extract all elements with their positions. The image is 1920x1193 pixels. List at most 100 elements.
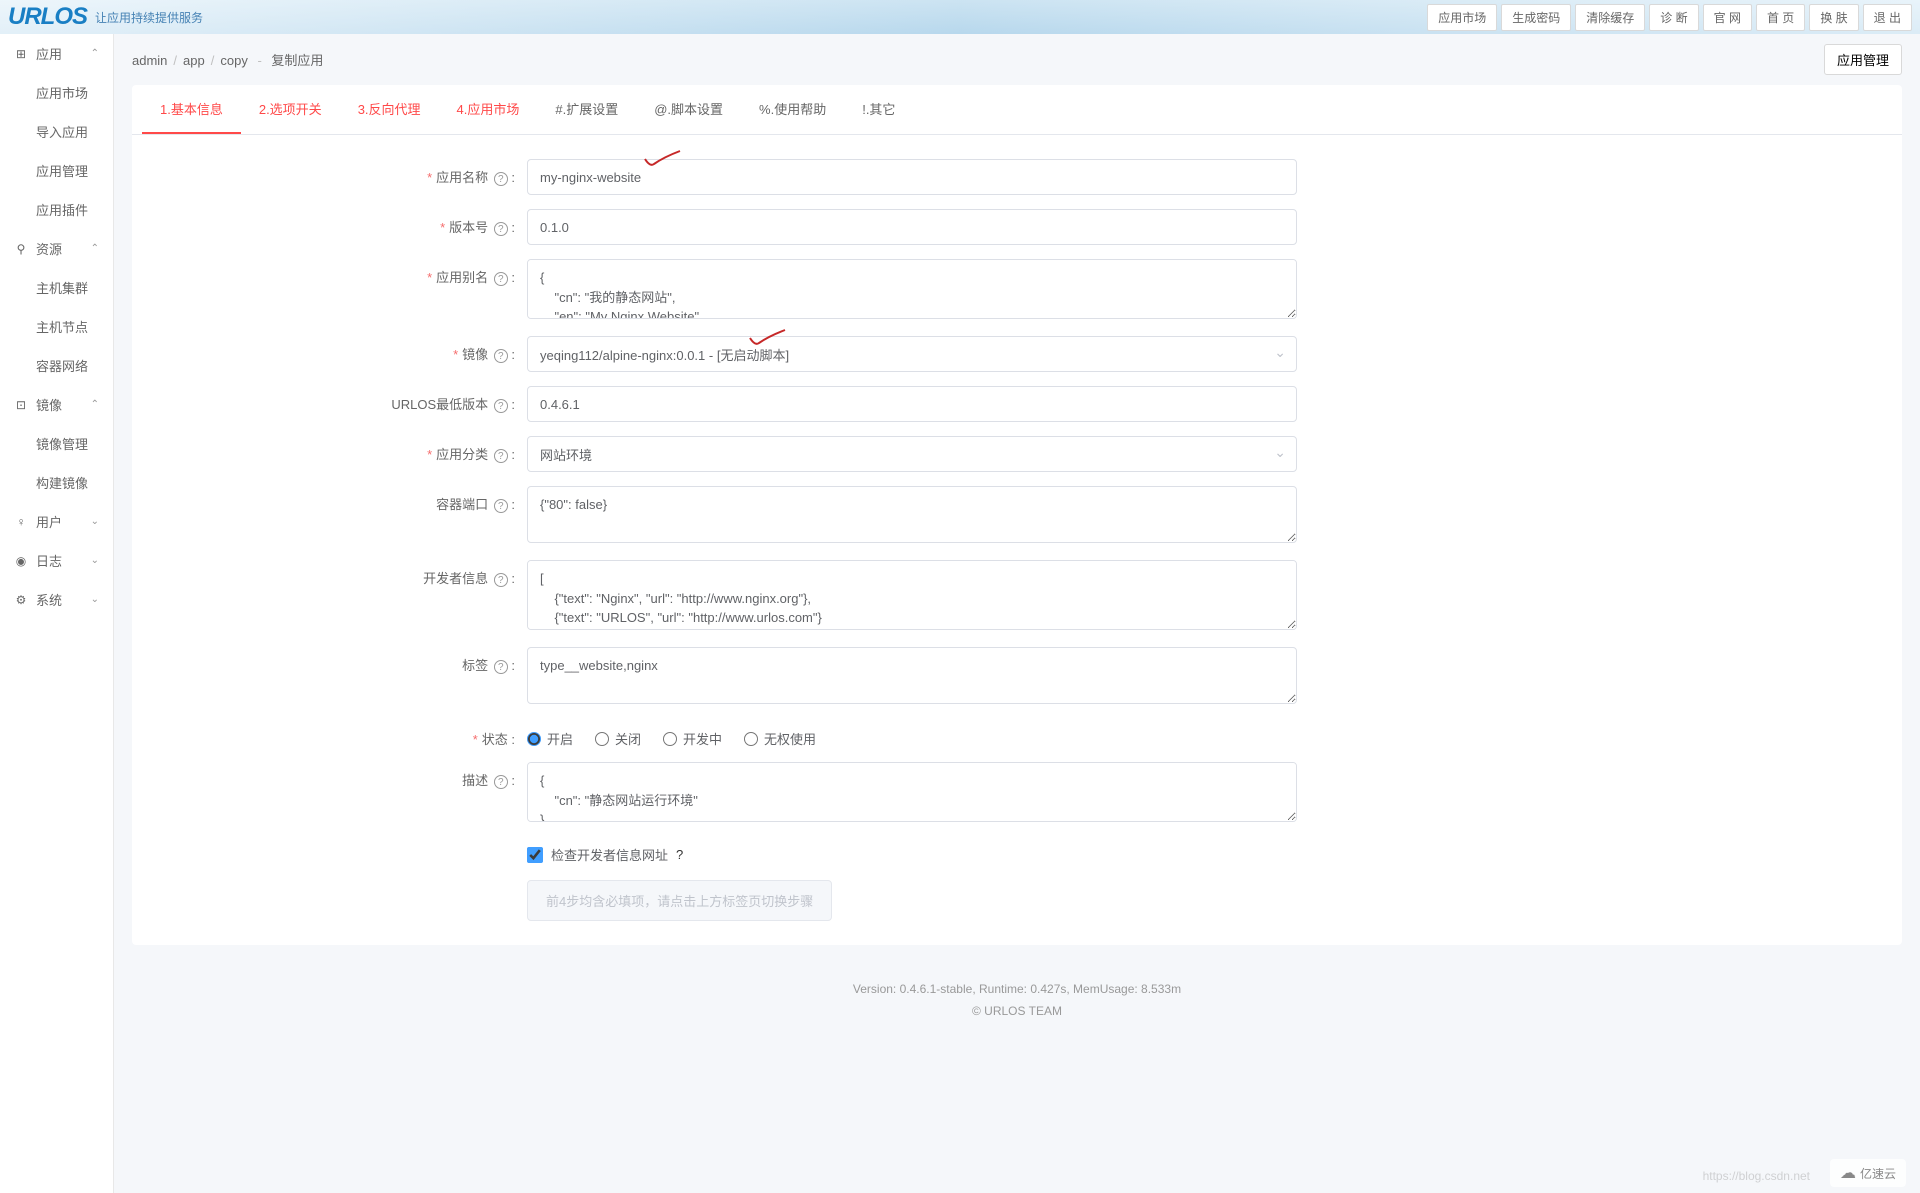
submenu-item-2-0[interactable]: 镜像管理 [0,424,113,463]
menu-item-5[interactable]: ⚙ 系统 ⌄ [0,580,113,619]
submenu-item-0-1[interactable]: 导入应用 [0,112,113,151]
textarea-ports[interactable]: {"80": false} [527,486,1297,543]
tabs: 1.基本信息2.选项开关3.反向代理4.应用市场#.扩展设置@.脚本设置%.使用… [132,85,1902,135]
header-btn-diagnose[interactable]: 诊 断 [1649,4,1698,31]
row-ports: 容器端口 ? : {"80": false} [132,486,1902,546]
menu-item-2[interactable]: ⊡镜像⌃ [0,385,113,424]
label-status: 状态 [482,732,508,747]
menu-item-4[interactable]: ◉日志⌄ [0,541,113,580]
footer-line1: Version: 0.4.6.1-stable, Runtime: 0.427s… [130,979,1904,1001]
menu-icon: ⚙ [14,593,28,607]
label-category: 应用分类 [436,447,488,462]
radio-input-status-3[interactable] [744,732,758,746]
tab-7[interactable]: !.其它 [844,85,913,134]
tab-5[interactable]: @.脚本设置 [636,85,741,134]
textarea-tags[interactable]: type__website,nginx [527,647,1297,704]
chevron-icon: ⌄ [91,555,99,566]
chevron-icon: ⌄ [91,516,99,527]
radio-status-3[interactable]: 无权使用 [744,729,816,748]
select-category[interactable]: 网站环境 [527,436,1297,472]
menu-item-0[interactable]: ⊞应用⌃ [0,34,113,73]
row-developer: 开发者信息 ? : [ {"text": "Nginx", "url": "ht… [132,560,1902,633]
app-manage-button[interactable]: 应用管理 [1824,44,1902,75]
textarea-description[interactable]: { "cn": "静态网站运行环境" } [527,762,1297,822]
menu-icon: ⊞ [14,47,28,61]
submenu-item-0-0[interactable]: 应用市场 [0,73,113,112]
radio-input-status-1[interactable] [595,732,609,746]
radio-status-0[interactable]: 开启 [527,729,573,748]
radio-status-1[interactable]: 关闭 [595,729,641,748]
label-ports: 容器端口 [436,497,488,512]
breadcrumb: admin/app/copy - 复制应用 [132,50,323,69]
header-btn-clearcache[interactable]: 清除缓存 [1575,4,1645,31]
textarea-developer[interactable]: [ {"text": "Nginx", "url": "http://www.n… [527,560,1297,630]
help-icon[interactable]: ? [494,499,508,513]
crumb-suffix: 复制应用 [271,53,323,68]
row-description: 描述 ? : { "cn": "静态网站运行环境" } [132,762,1902,825]
content-card: 1.基本信息2.选项开关3.反向代理4.应用市场#.扩展设置@.脚本设置%.使用… [132,85,1902,945]
radio-status-2[interactable]: 开发中 [663,729,722,748]
submenu-item-1-0[interactable]: 主机集群 [0,268,113,307]
header-btn-genpwd[interactable]: 生成密码 [1501,4,1571,31]
menu-label: 镜像 [36,395,62,414]
row-alias: *应用别名 ? : { "cn": "我的静态网站", "en": "My Ng… [132,259,1902,322]
help-icon[interactable]: ? [494,449,508,463]
crumb-app[interactable]: app [183,53,205,68]
label-developer: 开发者信息 [423,571,488,586]
radio-input-status-2[interactable] [663,732,677,746]
checkbox-check-dev[interactable] [527,847,543,863]
header-btn-home[interactable]: 首 页 [1756,4,1805,31]
footer: Version: 0.4.6.1-stable, Runtime: 0.427s… [114,963,1920,1038]
header-btn-market[interactable]: 应用市场 [1427,4,1497,31]
crumb-copy[interactable]: copy [220,53,247,68]
submenu-item-0-3[interactable]: 应用插件 [0,190,113,229]
tab-1[interactable]: 2.选项开关 [241,85,340,134]
help-icon[interactable]: ? [494,399,508,413]
help-icon[interactable]: ? [494,222,508,236]
header-btn-skin[interactable]: 换 肤 [1809,4,1858,31]
row-version: *版本号 ? : [132,209,1902,245]
help-icon[interactable]: ? [494,349,508,363]
help-icon[interactable]: ? [494,660,508,674]
crumb-admin[interactable]: admin [132,53,167,68]
submenu-item-0-2[interactable]: 应用管理 [0,151,113,190]
tab-4[interactable]: #.扩展设置 [537,85,636,134]
tab-3[interactable]: 4.应用市场 [439,85,538,134]
help-icon[interactable]: ? [494,172,508,186]
radio-input-status-0[interactable] [527,732,541,746]
tab-2[interactable]: 3.反向代理 [340,85,439,134]
input-urlos-min[interactable] [527,386,1297,422]
menu-item-3[interactable]: ♀用户⌄ [0,502,113,541]
tab-0[interactable]: 1.基本信息 [142,85,241,134]
tab-6[interactable]: %.使用帮助 [741,85,844,134]
help-icon[interactable]: ? [494,573,508,587]
menu-label: 系统 [36,590,62,609]
label-urlos-min: URLOS最低版本 [391,397,488,412]
chevron-icon: ⌄ [91,594,99,605]
row-app-name: *应用名称 ? : [132,159,1902,195]
label-description: 描述 [462,773,488,788]
submenu-item-1-2[interactable]: 容器网络 [0,346,113,385]
textarea-alias[interactable]: { "cn": "我的静态网站", "en": "My Nginx Websit… [527,259,1297,319]
input-version[interactable] [527,209,1297,245]
chevron-icon: ⌃ [91,243,99,254]
header-btn-official[interactable]: 官 网 [1703,4,1752,31]
blog-watermark: https://blog.csdn.net [1703,1169,1810,1183]
sidebar: ⊞应用⌃应用市场导入应用应用管理应用插件⚲资源⌃主机集群主机节点容器网络⊡镜像⌃… [0,34,114,1193]
help-icon[interactable]: ? [676,847,683,862]
footer-line2: © URLOS TEAM [130,1001,1904,1023]
menu-item-1[interactable]: ⚲资源⌃ [0,229,113,268]
input-app-name[interactable] [527,159,1297,195]
submenu-item-2-1[interactable]: 构建镜像 [0,463,113,502]
select-image[interactable]: yeqing112/alpine-nginx:0.0.1 - [无启动脚本] [527,336,1297,372]
help-icon[interactable]: ? [494,775,508,789]
label-app-name: 应用名称 [436,170,488,185]
menu-icon: ◉ [14,554,28,568]
submenu-item-1-1[interactable]: 主机节点 [0,307,113,346]
radio-group-status: 开启 关闭 开发中 无权使用 [527,721,1297,748]
help-icon[interactable]: ? [494,272,508,286]
menu-label: 用户 [36,512,62,531]
label-alias: 应用别名 [436,270,488,285]
row-check-dev[interactable]: 检查开发者信息网址 ? [527,839,1902,864]
header-btn-logout[interactable]: 退 出 [1863,4,1912,31]
